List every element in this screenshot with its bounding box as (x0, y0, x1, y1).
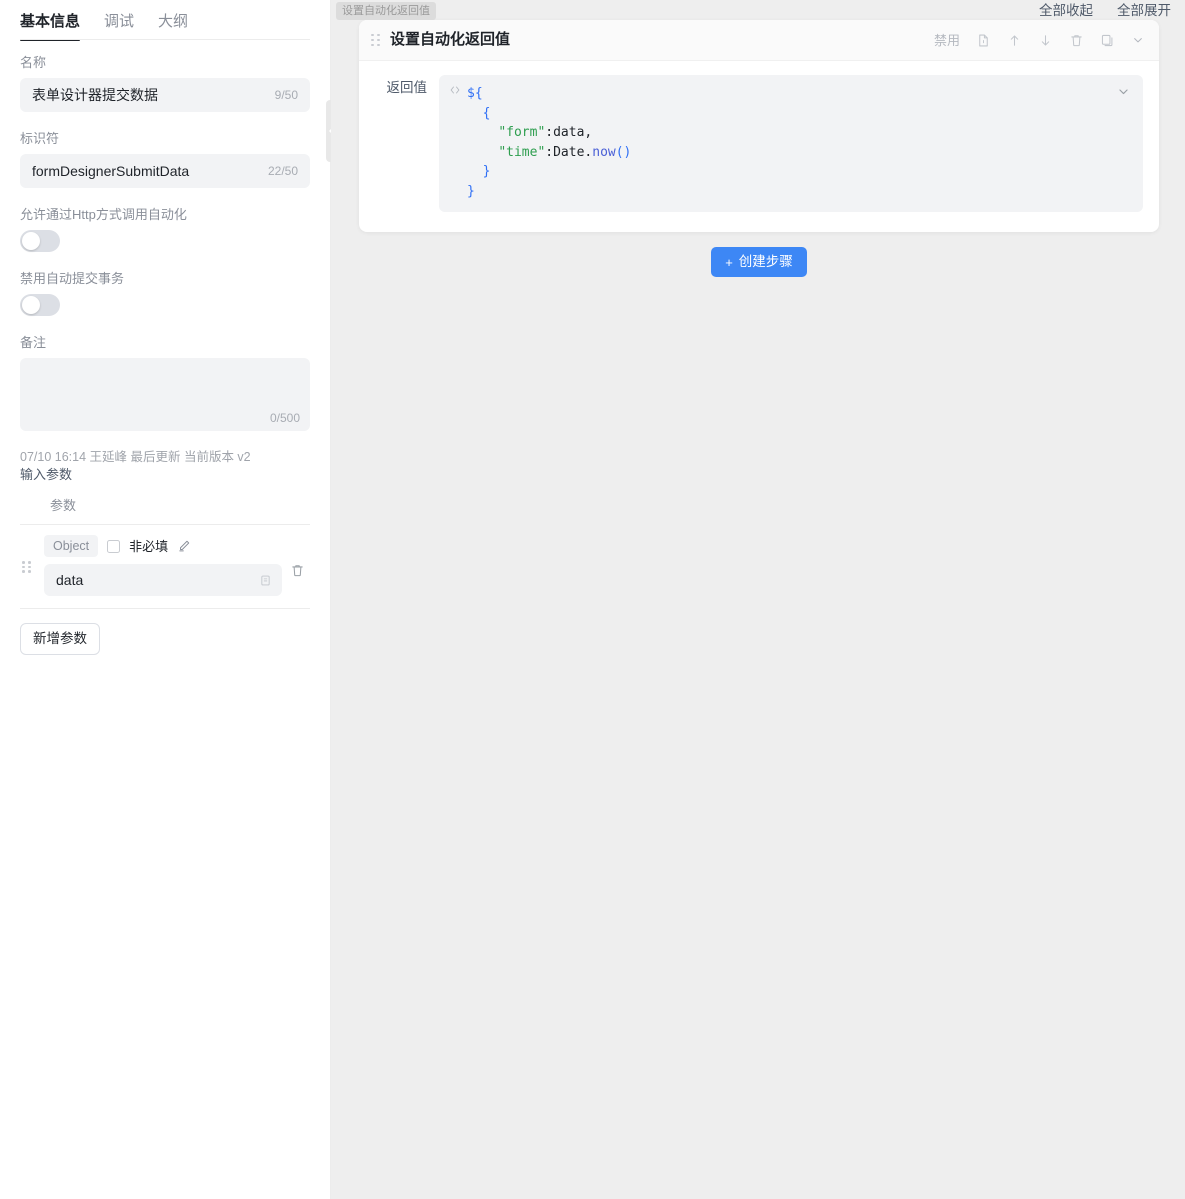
tab-bar-divider (20, 39, 310, 40)
create-step-label: 创建步骤 (738, 254, 793, 269)
code-content: ${ { "form":data, "time":Date.now() }} (449, 83, 1131, 202)
identifier-input-counter: 22/50 (267, 164, 298, 178)
code-brackets-icon (449, 85, 461, 100)
return-value-code-editor[interactable]: ${ { "form":data, "time":Date.now() }} (439, 75, 1143, 212)
param-delete-icon[interactable] (290, 563, 310, 583)
transaction-toggle[interactable] (20, 294, 60, 316)
document-icon[interactable] (976, 33, 991, 48)
add-step-area: + 创建步骤 (359, 247, 1159, 277)
step-drag-handle-icon[interactable] (371, 33, 380, 47)
identifier-input[interactable]: formDesignerSubmitData 22/50 (20, 154, 310, 188)
plus-icon: + (725, 254, 733, 270)
app-root: 基本信息 调试 大纲 名称 表单设计器提交数据 9/50 标识符 formDes… (0, 0, 1185, 1199)
delete-icon[interactable] (1069, 33, 1084, 48)
param-column-header: 参数 (20, 483, 310, 525)
code-line: "time":Date.now() (498, 144, 632, 160)
param-fields: Object 非必填 data (36, 535, 282, 596)
name-input[interactable]: 表单设计器提交数据 9/50 (20, 78, 310, 112)
code-line: } (482, 164, 491, 180)
add-param-button[interactable]: 新增参数 (20, 623, 100, 655)
tab-basic-info[interactable]: 基本信息 (20, 12, 81, 41)
param-name-value: data (56, 572, 84, 588)
expand-all-button[interactable]: 全部展开 (1117, 2, 1171, 20)
collapse-all-button[interactable]: 全部收起 (1039, 2, 1093, 20)
name-input-counter: 9/50 (274, 88, 298, 102)
code-line: "form":data, (498, 125, 593, 141)
drag-handle-icon[interactable] (22, 561, 36, 573)
edit-pencil-icon[interactable] (177, 539, 191, 553)
remark-counter: 0/500 (269, 411, 300, 425)
step-breadcrumb-chip: 设置自动化返回值 (336, 2, 436, 20)
step-card-title: 设置自动化返回值 (390, 31, 511, 48)
http-toggle-knob (22, 232, 40, 250)
step-card-header: 设置自动化返回值 禁用 (359, 20, 1159, 61)
transaction-toggle-knob (22, 296, 40, 314)
param-optional-label: 非必填 (129, 538, 169, 554)
input-params-title: 输入参数 (20, 467, 73, 482)
code-line: } (467, 183, 475, 199)
code-line: ${ (449, 83, 1131, 104)
chevron-down-icon[interactable] (1131, 33, 1145, 47)
return-value-label: 返回值 (386, 80, 428, 95)
transaction-toggle-label: 禁用自动提交事务 (20, 271, 125, 286)
move-up-icon[interactable] (1007, 33, 1022, 48)
name-field-label: 名称 (20, 55, 47, 70)
code-line: { (482, 105, 491, 121)
left-settings-panel: 基本信息 调试 大纲 名称 表单设计器提交数据 9/50 标识符 formDes… (0, 0, 330, 1199)
settings-form: 名称 表单设计器提交数据 9/50 标识符 formDesignerSubmit… (0, 40, 330, 655)
param-name-input[interactable]: data (44, 564, 282, 596)
tab-debug[interactable]: 调试 (104, 12, 134, 40)
remark-textarea[interactable]: 0/500 (20, 358, 310, 431)
http-toggle-label: 允许通过Http方式调用自动化 (20, 207, 187, 222)
create-step-button[interactable]: + 创建步骤 (711, 247, 807, 277)
http-toggle[interactable] (20, 230, 60, 252)
code-collapse-chevron-down-icon[interactable] (1116, 84, 1131, 104)
move-down-icon[interactable] (1038, 33, 1053, 48)
name-input-value: 表单设计器提交数据 (32, 87, 158, 103)
identifier-input-value: formDesignerSubmitData (32, 163, 190, 179)
tab-bar: 基本信息 调试 大纲 (0, 0, 330, 41)
step-card: 设置自动化返回值 禁用 返回值 ${{"form":data, "time"… (359, 20, 1159, 232)
flow-canvas: 设置自动化返回值 全部收起 全部展开 设置自动化返回值 禁用 返回值 ${{… (331, 0, 1185, 1199)
param-type-tag[interactable]: Object (44, 535, 99, 557)
remark-field-label: 备注 (20, 335, 47, 350)
tab-outline[interactable]: 大纲 (158, 12, 188, 40)
duplicate-icon[interactable] (1100, 33, 1115, 48)
canvas-toolbar: 全部收起 全部展开 (331, 0, 1185, 22)
param-options: Object 非必填 (44, 535, 282, 557)
step-card-body: 返回值 ${ { "form":data, "time":Date.now() … (359, 61, 1159, 232)
param-row: Object 非必填 data (20, 525, 310, 609)
param-optional-checkbox[interactable] (107, 539, 121, 553)
step-card-actions: 禁用 (934, 32, 1145, 49)
param-copy-icon[interactable] (259, 574, 272, 587)
identifier-field-label: 标识符 (20, 131, 60, 146)
disable-step-button[interactable]: 禁用 (934, 32, 960, 49)
last-updated-meta: 07/10 16:14 王延峰 最后更新 当前版本 v2 (20, 450, 251, 464)
